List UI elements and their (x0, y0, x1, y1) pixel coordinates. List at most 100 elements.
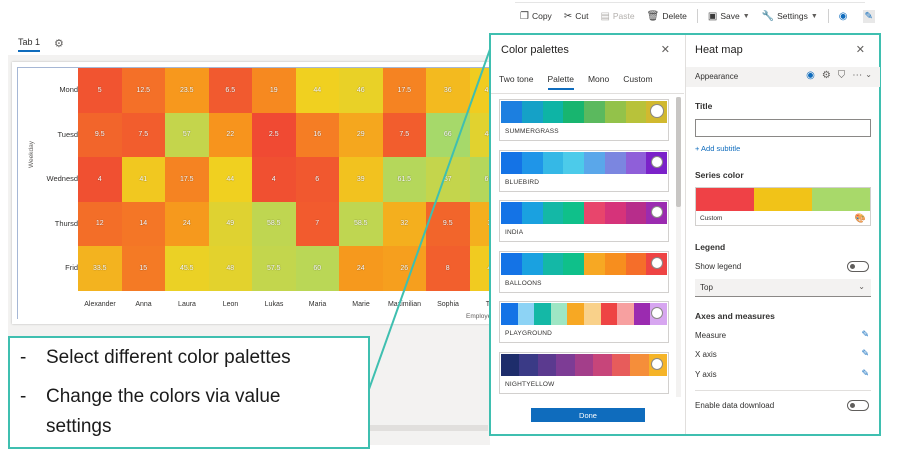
tab-mono[interactable]: Mono (588, 74, 609, 90)
legend-label: Legend (695, 242, 726, 252)
color-swatch (501, 101, 522, 123)
palette-swatch-strip (501, 252, 667, 275)
color-swatch (501, 151, 522, 174)
title-section-label: Title (695, 101, 713, 111)
color-swatch (521, 202, 543, 224)
axes-measures-label: Axes and measures (695, 311, 775, 321)
color-swatch (542, 151, 564, 174)
appearance-header[interactable]: Appearance ◉ ⚙ ⛉ ⋯ ⌄ (686, 67, 880, 87)
color-swatch (584, 101, 605, 123)
color-swatch (521, 151, 543, 174)
color-swatch (633, 303, 651, 325)
palette-scrollbar[interactable] (676, 97, 681, 397)
tab-custom[interactable]: Custom (623, 74, 652, 90)
divider (491, 93, 684, 94)
show-legend-label: Show legend (695, 262, 742, 271)
color-palettes-title: Color palettes (501, 44, 569, 56)
palette-radio[interactable] (651, 206, 663, 218)
color-swatch (542, 101, 564, 123)
callout-box: - Select different color palettes - Change… (8, 336, 370, 449)
palette-radio[interactable] (651, 307, 663, 319)
color-swatch (563, 101, 584, 123)
legend-position-select[interactable]: Top ⌄ (695, 279, 871, 297)
gear-icon[interactable]: ⚙ (822, 70, 831, 81)
color-swatch (517, 303, 535, 325)
series-color-picker[interactable]: Custom 🎨 (695, 187, 871, 226)
custom-label: Custom (700, 215, 723, 222)
color-palettes-panel: Color palettes ✕ Two tone Palette Mono C… (491, 35, 684, 434)
pencil-icon[interactable]: ✎ (861, 329, 869, 340)
color-swatch (501, 353, 520, 376)
color-swatch (501, 252, 522, 275)
filter-icon[interactable]: ⛉ (838, 70, 846, 81)
color-swatch (584, 202, 605, 224)
palette-tabs: Two tone Palette Mono Custom (499, 74, 667, 90)
appearance-icons: ◉ ⚙ ⛉ ⋯ ⌄ (799, 70, 872, 81)
palette-swatch-strip (501, 151, 667, 174)
palette-option[interactable]: INDIA (499, 200, 669, 242)
eye-icon[interactable]: ◉ (806, 70, 815, 81)
scrollbar-thumb[interactable] (676, 97, 681, 207)
pencil-icon[interactable]: ✎ (861, 368, 869, 379)
more-icon[interactable]: ⋯ (852, 70, 862, 81)
color-swatch (521, 101, 543, 123)
color-swatch (534, 303, 551, 325)
palette-option[interactable]: SUMMERGRASS (499, 99, 669, 141)
color-swatch (563, 151, 584, 174)
color-swatch (604, 151, 626, 174)
palette-option[interactable]: BALLOONS (499, 250, 669, 293)
chevron-down-icon[interactable]: ⌄ (865, 70, 872, 81)
done-button[interactable]: Done (531, 408, 645, 422)
color-swatch (625, 151, 647, 174)
palette-radio[interactable] (651, 256, 663, 269)
palette-option[interactable]: NIGHTYELLOW (499, 351, 669, 394)
tab-two-tone[interactable]: Two tone (499, 74, 534, 90)
add-subtitle-link[interactable]: + Add subtitle (695, 144, 740, 153)
palette-swatch-strip (501, 202, 667, 224)
palette-icon[interactable]: 🎨 (855, 213, 866, 224)
color-swatch (574, 353, 594, 376)
palette-swatch-strip (501, 101, 667, 123)
color-swatch (542, 202, 564, 224)
color-swatch (696, 188, 754, 211)
color-swatch (630, 353, 649, 376)
color-swatch (583, 303, 601, 325)
color-swatch (625, 252, 647, 275)
palette-swatch-strip (501, 353, 667, 376)
color-swatch (600, 303, 618, 325)
palette-option[interactable]: PLAYGROUND (499, 301, 669, 343)
tab-palette[interactable]: Palette (547, 74, 574, 90)
color-swatch (593, 353, 612, 376)
palette-name: BLUEBIRD (505, 178, 540, 186)
color-swatch (567, 303, 584, 325)
enable-data-download-label: Enable data download (695, 401, 775, 410)
color-swatch (604, 101, 626, 123)
color-swatch (584, 252, 605, 275)
enable-data-download-toggle[interactable] (847, 400, 869, 411)
color-swatch (625, 202, 647, 224)
palette-name: SUMMERGRASS (505, 128, 559, 135)
color-swatch (604, 202, 626, 224)
color-swatch (501, 303, 518, 325)
color-swatch (537, 353, 557, 376)
color-swatch (625, 101, 647, 123)
color-swatch (519, 353, 538, 376)
color-swatch (584, 151, 605, 174)
show-legend-toggle[interactable] (847, 261, 869, 272)
color-swatch (501, 202, 522, 224)
color-swatch (611, 353, 631, 376)
palette-radio[interactable] (651, 357, 663, 370)
palette-swatch-strip (501, 303, 667, 325)
palette-name: NIGHTYELLOW (505, 380, 555, 388)
series-color-label: Series color (695, 170, 744, 180)
heatmap-settings-panel: Heat map ✕ Appearance ◉ ⚙ ⛉ ⋯ ⌄ Title + … (685, 35, 880, 434)
palette-option[interactable]: BLUEBIRD (499, 149, 669, 192)
palette-radio[interactable] (651, 105, 663, 117)
color-swatch (563, 202, 584, 224)
pencil-icon[interactable]: ✎ (861, 348, 869, 359)
color-swatch (617, 303, 634, 325)
palette-radio[interactable] (651, 155, 663, 168)
title-input[interactable] (695, 119, 871, 137)
close-icon[interactable]: ✕ (661, 43, 670, 56)
close-icon[interactable]: ✕ (856, 43, 865, 56)
